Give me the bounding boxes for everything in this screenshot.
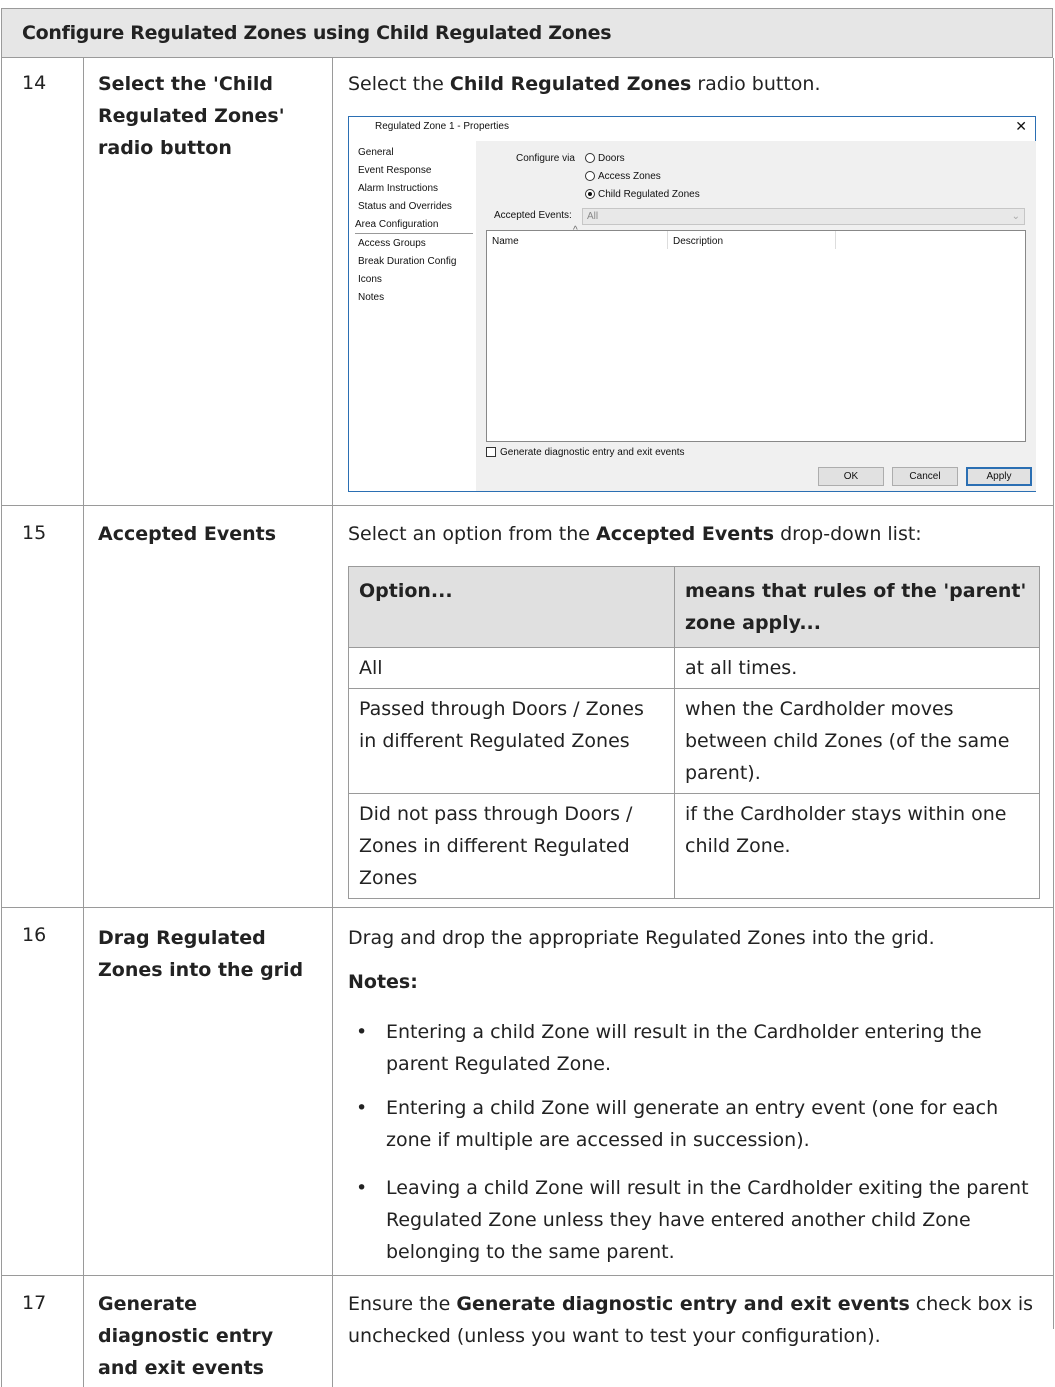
diagnostic-events-label: Generate diagnostic entry and exit event… <box>500 447 685 458</box>
child-zones-grid[interactable]: Name ^ Description <box>486 225 1026 442</box>
meaning-cell: when the Cardholder moves between child … <box>674 688 1040 794</box>
option-cell: All <box>348 647 675 689</box>
options-header-option: Option... <box>348 566 675 648</box>
dialog-title: Regulated Zone 1 - Properties <box>375 121 509 132</box>
step-number: 17 <box>22 1292 47 1314</box>
instruction-text: Ensure the <box>348 1293 457 1315</box>
radio-access-zones-label: Access Zones <box>598 171 661 182</box>
instruction-bold: Accepted Events <box>595 523 775 545</box>
nav-item-access-groups[interactable]: Access Groups <box>358 238 426 249</box>
column-separator[interactable] <box>667 231 668 249</box>
nav-item-break-duration[interactable]: Break Duration Config <box>358 256 456 267</box>
grid-column-description[interactable]: Description <box>673 236 723 247</box>
step-instruction: Drag and drop the appropriate Regulated … <box>348 927 935 949</box>
nav-item-alarm-instructions[interactable]: Alarm Instructions <box>358 183 438 194</box>
meaning-cell: at all times. <box>674 647 1040 689</box>
accepted-events-label: Accepted Events: <box>494 210 572 221</box>
radio-child-regulated-zones-label: Child Regulated Zones <box>598 189 700 200</box>
table-divider-2 <box>332 58 333 1387</box>
accepted-events-dropdown[interactable]: All ⌄ <box>582 208 1025 225</box>
table-divider-1 <box>83 58 84 1387</box>
row-divider <box>1 505 1054 506</box>
radio-access-zones[interactable] <box>585 171 595 181</box>
step-instruction: Select an option from the Accepted Event… <box>348 518 1038 550</box>
step-number: 15 <box>22 522 47 544</box>
step-instruction: Ensure the Generate diagnostic entry and… <box>348 1288 1043 1352</box>
apply-button[interactable]: Apply <box>966 467 1032 486</box>
nav-item-notes[interactable]: Notes <box>358 292 384 303</box>
table-border-left <box>1 58 2 1387</box>
note-text: Entering a child Zone will generate an e… <box>386 1097 999 1151</box>
chevron-down-icon: ⌄ <box>1011 211 1020 222</box>
bullet-icon: • <box>356 1177 368 1199</box>
radio-doors[interactable] <box>585 153 595 163</box>
configure-via-label: Configure via <box>516 153 575 164</box>
step-title: Drag Regulated Zones into the grid <box>98 927 304 981</box>
table-row: All at all times. <box>348 647 1040 689</box>
close-icon[interactable]: ✕ <box>1015 118 1027 135</box>
options-header-meaning: means that rules of the 'parent' zone ap… <box>674 566 1040 648</box>
table-border-right <box>1053 58 1054 1329</box>
instruction-bold: Child Regulated Zones <box>449 73 692 95</box>
notes-label: Notes: <box>348 971 418 993</box>
cancel-button[interactable]: Cancel <box>892 467 958 486</box>
option-cell: Did not pass through Doors / Zones in di… <box>348 793 675 899</box>
step-number: 16 <box>22 924 47 946</box>
step-title: Select the 'Child Regulated Zones' radio… <box>98 73 285 159</box>
document-page: Configure Regulated Zones using Child Re… <box>0 0 1055 1387</box>
bullet-icon: • <box>356 1097 368 1119</box>
step-title: Accepted Events <box>98 523 277 545</box>
nav-item-event-response[interactable]: Event Response <box>358 165 431 176</box>
radio-child-regulated-zones[interactable] <box>585 189 595 199</box>
note-text: Entering a child Zone will result in the… <box>386 1021 982 1075</box>
table-row: Did not pass through Doors / Zones in di… <box>348 793 1040 899</box>
table-row: Passed through Doors / Zones in differen… <box>348 688 1040 794</box>
properties-dialog: Regulated Zone 1 - Properties ✕ General … <box>348 116 1036 492</box>
row-divider <box>1 907 1054 908</box>
instruction-text: Select the <box>348 73 450 95</box>
accepted-events-value: All <box>587 211 599 222</box>
grid-column-name[interactable]: Name <box>492 236 519 247</box>
sort-caret-icon: ^ <box>573 225 578 236</box>
grid-header: Name ^ Description <box>487 225 1025 249</box>
meaning-cell: if the Cardholder stays within one child… <box>674 793 1040 899</box>
row-divider <box>1 1275 1054 1276</box>
bullet-icon: • <box>356 1021 368 1043</box>
dialog-nav: General Event Response Alarm Instruction… <box>349 141 475 491</box>
instruction-bold: Generate diagnostic entry and exit event… <box>456 1293 910 1315</box>
diagnostic-events-checkbox[interactable] <box>486 447 496 457</box>
step-number: 14 <box>22 72 47 94</box>
ok-button[interactable]: OK <box>818 467 884 486</box>
nav-item-general[interactable]: General <box>358 147 394 158</box>
options-table: Option... means that rules of the 'paren… <box>348 566 1040 899</box>
step-instruction: Select the Child Regulated Zones radio b… <box>348 68 1038 100</box>
nav-item-area-configuration[interactable]: Area Configuration <box>355 219 473 234</box>
instruction-text: drop-down list: <box>774 523 922 545</box>
nav-item-status-overrides[interactable]: Status and Overrides <box>358 201 452 212</box>
section-title-bar: Configure Regulated Zones using Child Re… <box>1 8 1053 58</box>
radio-doors-label: Doors <box>598 153 625 164</box>
instruction-text: radio button. <box>691 73 821 95</box>
step-title: Generate diagnostic entry and exit event… <box>98 1293 274 1379</box>
options-table-header: Option... means that rules of the 'paren… <box>348 566 1040 648</box>
nav-item-icons[interactable]: Icons <box>358 274 382 285</box>
instruction-text: Select an option from the <box>348 523 596 545</box>
section-title: Configure Regulated Zones using Child Re… <box>22 22 612 44</box>
note-text: Leaving a child Zone will result in the … <box>386 1177 1029 1263</box>
option-cell: Passed through Doors / Zones in differen… <box>348 688 675 794</box>
column-separator[interactable] <box>835 231 836 249</box>
